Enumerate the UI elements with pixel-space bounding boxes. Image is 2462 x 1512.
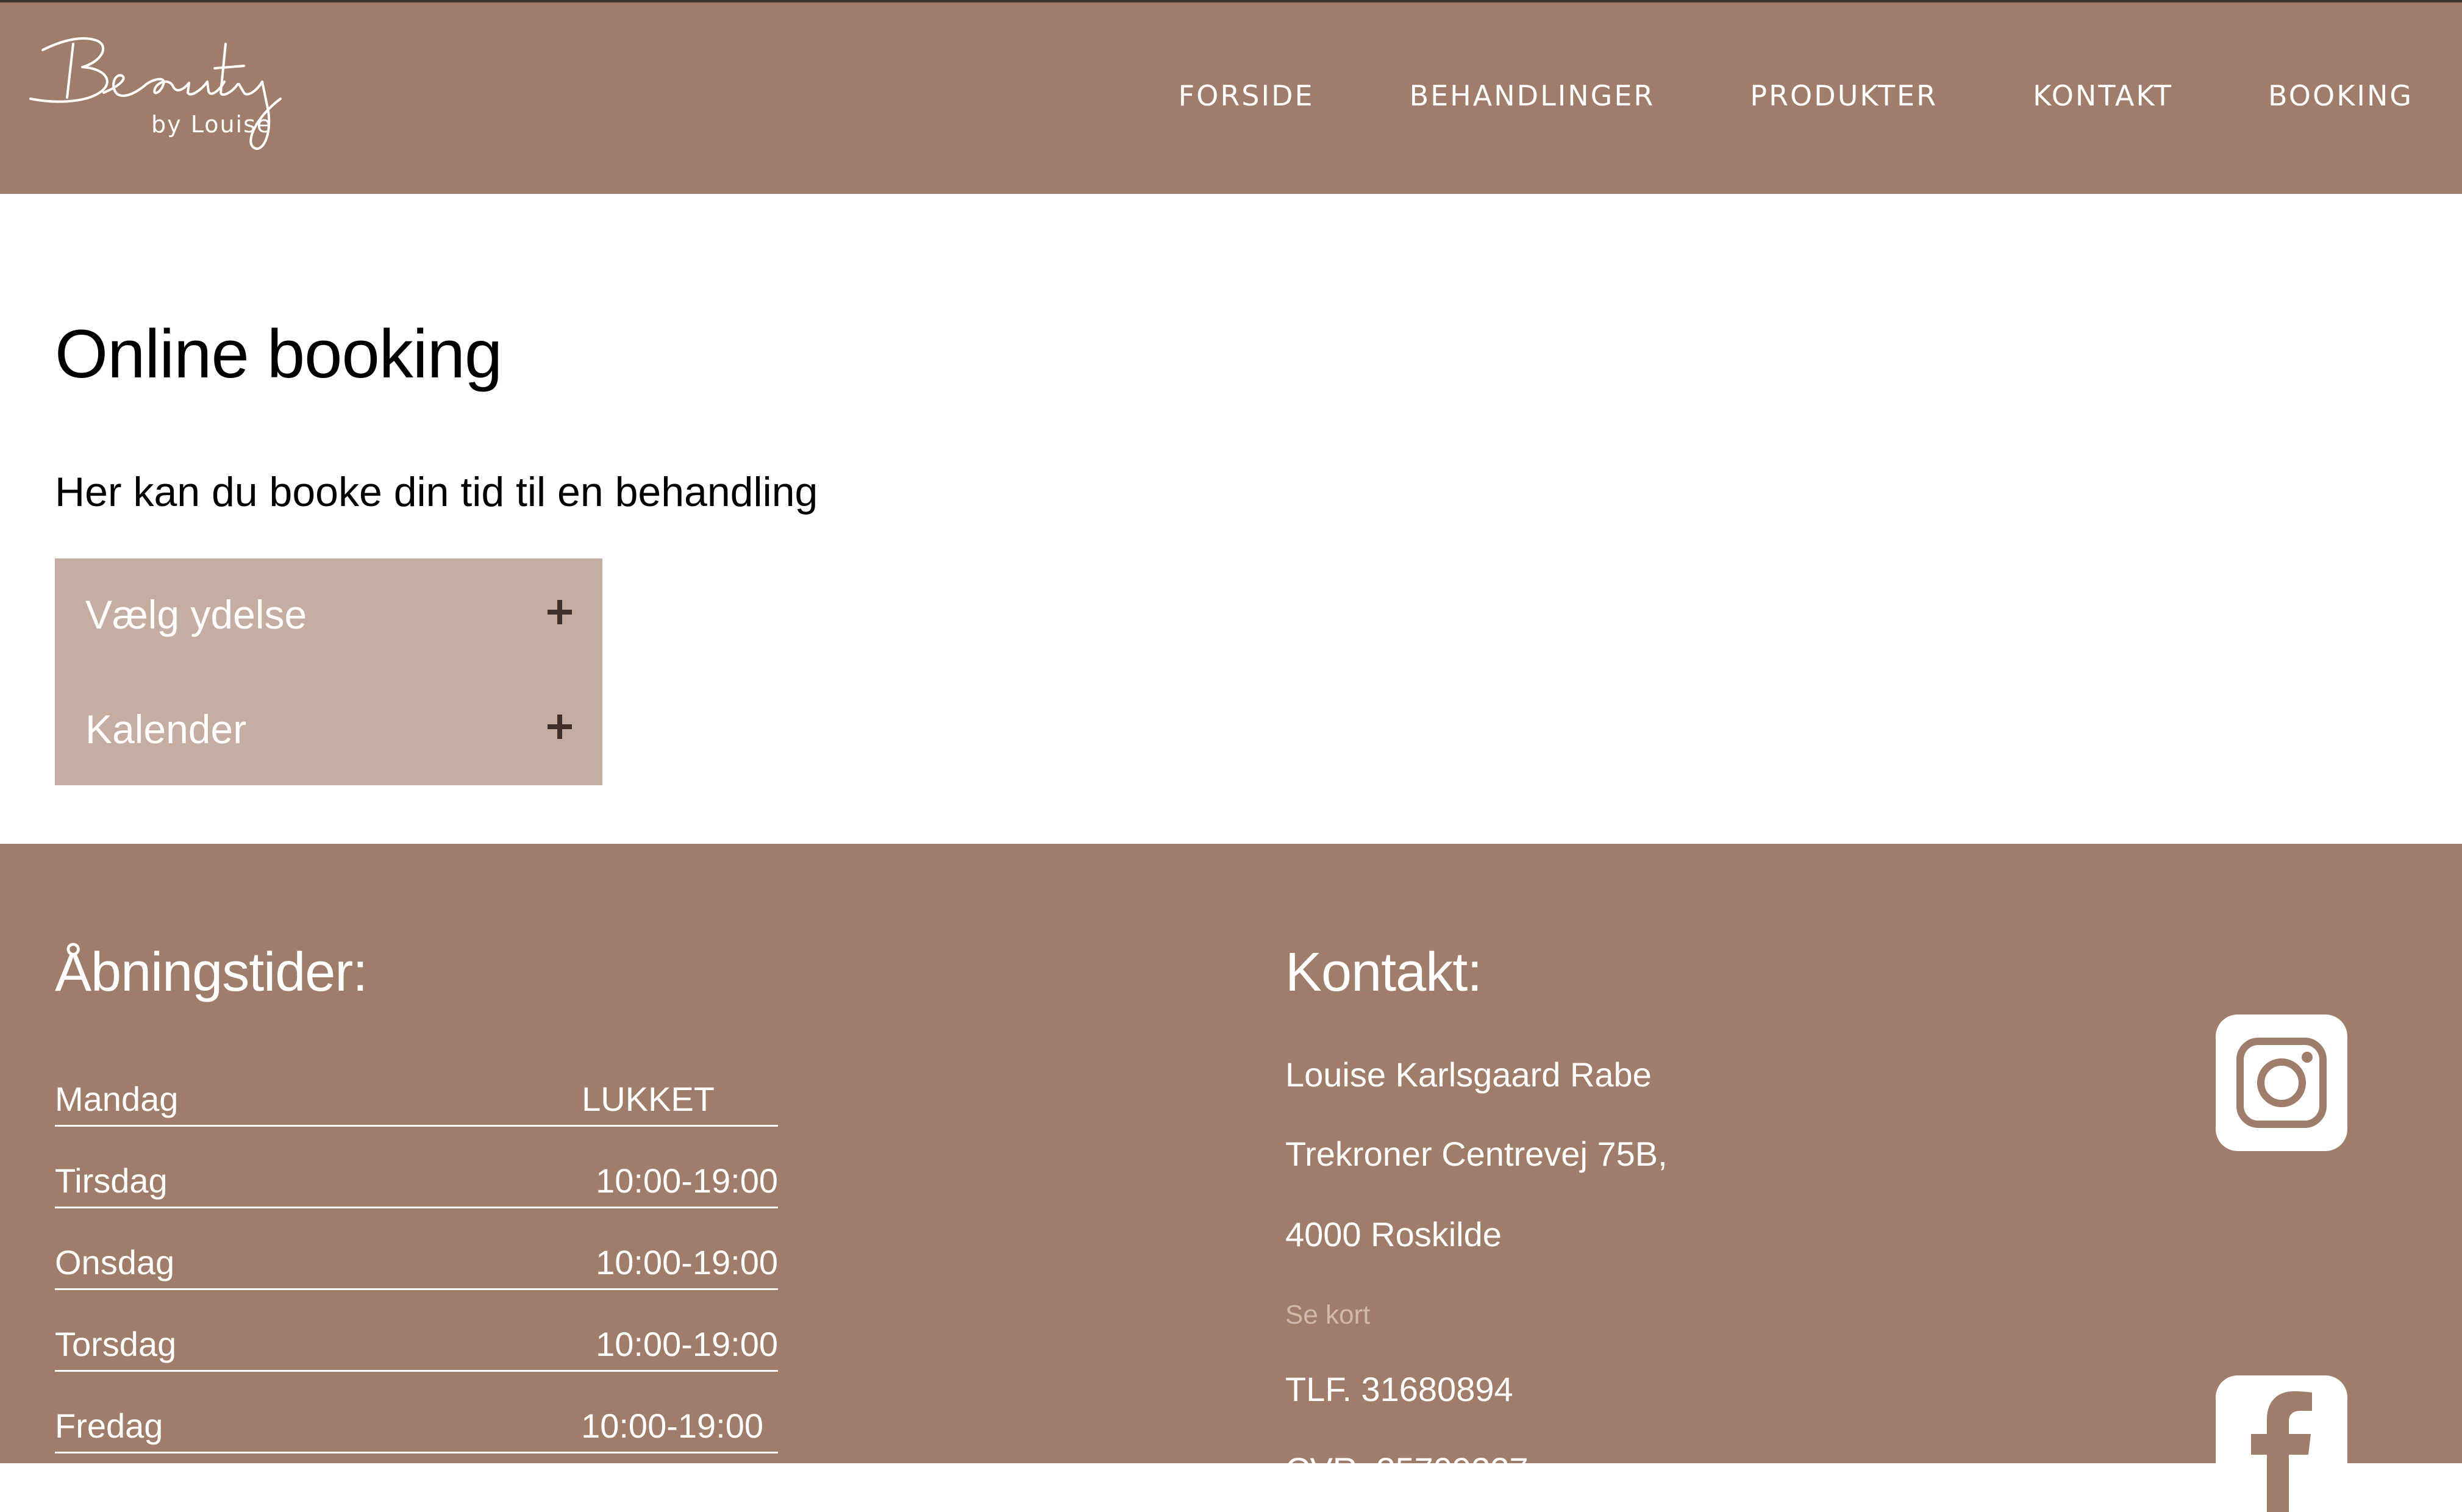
instagram-icon [2236, 1038, 2327, 1128]
logo-subtitle: by Louise [151, 111, 273, 138]
hours-day: Tirsdag [55, 1161, 168, 1200]
instagram-link[interactable] [2216, 1015, 2347, 1151]
accordion-service-label: Vælg ydelse [85, 592, 307, 637]
hours-row: Fredag 10:00-19:00 [55, 1374, 778, 1453]
page-subtitle: Her kan du booke din tid til en behandli… [55, 469, 818, 515]
hours-row: Onsdag 10:00-19:00 [55, 1211, 778, 1290]
main-nav: FORSIDE BEHANDLINGER PRODUKTER KONTAKT B… [1179, 79, 2413, 112]
facebook-icon [2251, 1391, 2312, 1512]
contact-title: Kontakt: [1285, 942, 1482, 1003]
hours-day: Onsdag [55, 1243, 175, 1282]
hours-time: 10:00-19:00 [596, 1243, 778, 1282]
hours-time: LUKKET [582, 1080, 715, 1118]
hours-row: Torsdag 10:00-19:00 [55, 1293, 778, 1372]
nav-item-forside[interactable]: FORSIDE [1179, 79, 1315, 112]
logo[interactable]: by Louise [24, 26, 311, 160]
main-content: Online booking Her kan du booke din tid … [0, 194, 2462, 844]
site-header: by Louise FORSIDE BEHANDLINGER PRODUKTER… [0, 0, 2462, 194]
hours-time: 10:00-19:00 [581, 1407, 763, 1445]
facebook-link[interactable] [2216, 1375, 2347, 1512]
logo-script-mark [29, 37, 282, 150]
hours-day: Mandag [55, 1080, 179, 1118]
accordion-calendar-toggle[interactable]: Kalender [55, 685, 602, 771]
accordion-service-toggle[interactable]: Vælg ydelse [55, 571, 602, 656]
plus-icon [548, 715, 572, 739]
opening-hours-title: Åbningstider: [55, 942, 368, 1003]
nav-item-booking[interactable]: BOOKING [2268, 79, 2413, 112]
map-link[interactable]: Se kort [1285, 1300, 1370, 1330]
hours-day: Torsdag [55, 1325, 177, 1363]
contact-phone: TLF. 31680894 [1285, 1370, 1513, 1408]
nav-item-kontakt[interactable]: KONTAKT [2033, 79, 2173, 112]
plus-icon [548, 600, 572, 624]
nav-item-produkter[interactable]: PRODUKTER [1750, 79, 1938, 112]
contact-cvr: CVR. 35709227 [1285, 1450, 1529, 1489]
contact-city: 4000 Roskilde [1285, 1215, 1502, 1253]
accordion-calendar-label: Kalender [85, 707, 247, 752]
page-title: Online booking [55, 316, 502, 392]
nav-item-behandlinger[interactable]: BEHANDLINGER [1410, 79, 1655, 112]
site-footer: Åbningstider: Mandag LUKKET Tirsdag 10:0… [0, 844, 2462, 1512]
contact-name: Louise Karlsgaard Rabe [1285, 1055, 1652, 1094]
hours-day: Fredag [55, 1407, 163, 1445]
hours-row: Mandag LUKKET [55, 1047, 778, 1127]
contact-street: Trekroner Centrevej 75B, [1285, 1135, 1668, 1173]
opening-hours-table: Mandag LUKKET Tirsdag 10:00-19:00 Onsdag… [55, 1047, 778, 1456]
hours-time: 10:00-19:00 [596, 1161, 778, 1200]
booking-accordion: Vælg ydelse Kalender [55, 558, 602, 785]
hours-time: 10:00-19:00 [596, 1325, 778, 1363]
hours-row: Tirsdag 10:00-19:00 [55, 1129, 778, 1208]
